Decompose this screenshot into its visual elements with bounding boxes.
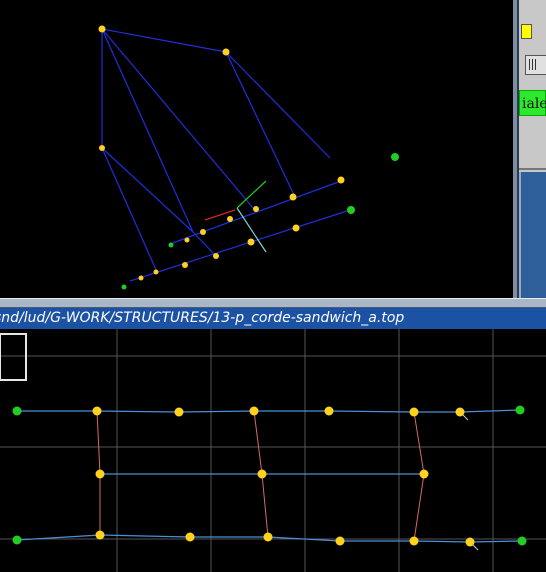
green-button[interactable]: iale — [519, 90, 546, 116]
node — [138, 275, 144, 281]
top-view-titlebar[interactable]: snd/lud/G-WORK/STRUCTURES/13-p_corde-san… — [0, 308, 546, 329]
node — [263, 532, 273, 542]
anchor-node — [347, 206, 355, 214]
node — [253, 206, 259, 212]
node — [98, 25, 106, 33]
node — [99, 145, 105, 151]
node — [95, 530, 105, 540]
node — [174, 407, 184, 417]
node — [92, 406, 102, 416]
node — [324, 406, 334, 416]
node — [409, 536, 419, 546]
node — [335, 536, 345, 546]
node — [289, 193, 297, 201]
node — [213, 253, 219, 259]
3d-viewport[interactable] — [0, 0, 513, 298]
node — [257, 469, 267, 479]
node — [200, 229, 206, 235]
tick-marks — [459, 411, 479, 551]
side-panel: iale — [513, 0, 546, 298]
anchor-node — [517, 536, 527, 546]
node — [465, 537, 475, 547]
node — [182, 262, 188, 268]
node — [222, 48, 230, 56]
3d-nodes — [98, 25, 345, 281]
top-view[interactable] — [0, 329, 546, 572]
node — [419, 469, 429, 479]
node — [153, 269, 159, 275]
anchor-node — [12, 406, 22, 416]
pane-divider[interactable] — [0, 298, 546, 308]
node — [292, 224, 300, 232]
anchor-node — [391, 153, 399, 161]
3d-anchors — [121, 153, 399, 290]
node — [247, 238, 255, 246]
top-nodes — [92, 406, 475, 547]
3d-structure-view — [98, 25, 399, 290]
side-panel-lower — [519, 172, 546, 298]
node — [184, 237, 190, 243]
anchor-node — [121, 284, 127, 290]
anchor-node — [168, 242, 174, 248]
structure-lines — [101, 28, 351, 282]
file-path-title: snd/lud/G-WORK/STRUCTURES/13-p_corde-san… — [0, 310, 405, 326]
node — [455, 407, 465, 417]
node — [227, 216, 233, 222]
top-anchors — [12, 405, 527, 546]
anchor-node — [515, 405, 525, 415]
cable-lines — [16, 409, 523, 543]
node — [95, 469, 105, 479]
node — [409, 407, 419, 417]
node — [249, 406, 259, 416]
top-view-canvas — [0, 329, 546, 572]
anchor-node — [12, 535, 22, 545]
node — [337, 176, 345, 184]
side-field[interactable] — [525, 55, 546, 75]
selection-frame — [0, 333, 27, 381]
node — [185, 532, 195, 542]
yellow-indicator[interactable] — [521, 24, 532, 39]
